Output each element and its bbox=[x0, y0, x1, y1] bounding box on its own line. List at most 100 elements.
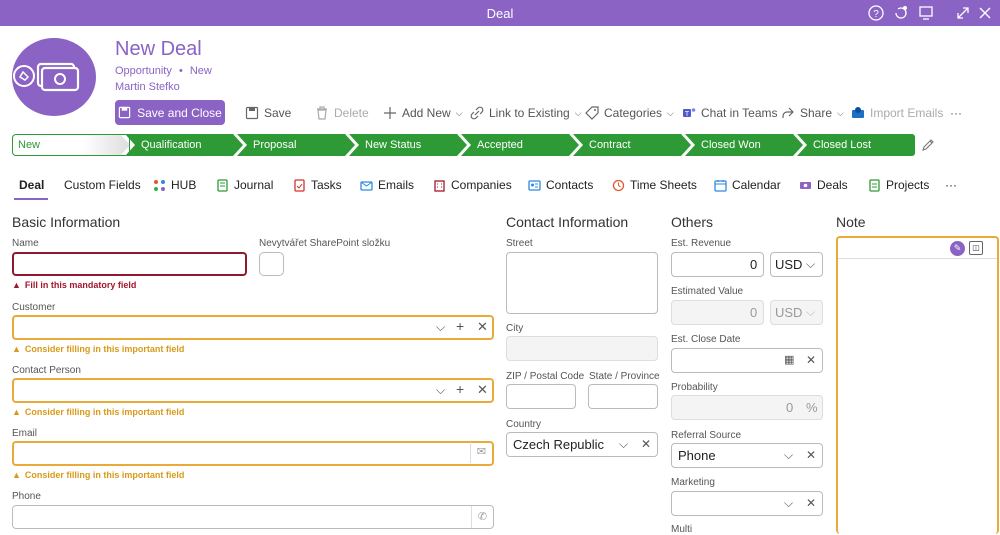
import-emails-button[interactable]: Import Emails bbox=[851, 102, 943, 124]
tab-label: Tasks bbox=[311, 178, 342, 192]
more-actions-button[interactable]: ··· bbox=[950, 102, 962, 124]
zip-input[interactable] bbox=[506, 384, 576, 409]
clear-icon[interactable]: ✕ bbox=[641, 437, 651, 451]
email-input[interactable] bbox=[12, 441, 494, 466]
sharepoint-label: Nevytvářet SharePoint složku bbox=[259, 238, 391, 249]
calendar-icon[interactable]: ▦ bbox=[784, 353, 794, 366]
chevron-down-icon[interactable]: ⌵ bbox=[784, 496, 793, 511]
stage-new-status[interactable]: New Status bbox=[349, 134, 467, 156]
tab-calendar[interactable]: Calendar bbox=[714, 177, 781, 193]
warning-icon: ▲ bbox=[12, 407, 21, 417]
stage-new[interactable]: New bbox=[12, 134, 130, 156]
chat-teams-button[interactable]: T Chat in Teams bbox=[682, 102, 777, 124]
window-titlebar: Deal ? bbox=[0, 0, 1000, 26]
clear-icon[interactable]: ✕ bbox=[806, 448, 816, 462]
active-tab-indicator bbox=[14, 198, 48, 200]
warning-icon: ▲ bbox=[12, 280, 21, 290]
stage-proposal[interactable]: Proposal bbox=[237, 134, 355, 156]
page-title: New Deal bbox=[115, 38, 202, 60]
tabs-more-button[interactable]: ··· bbox=[945, 177, 957, 193]
money-icon bbox=[13, 62, 80, 92]
clear-icon[interactable]: ✕ bbox=[477, 319, 488, 335]
stage-accepted[interactable]: Accepted bbox=[461, 134, 579, 156]
calendar-icon bbox=[714, 179, 727, 192]
share-button[interactable]: Share ⌵ bbox=[781, 102, 844, 124]
tab-deals[interactable]: Deals bbox=[799, 177, 848, 193]
probability-value: 0 bbox=[786, 400, 794, 415]
update-icon[interactable] bbox=[892, 4, 910, 22]
revenue-value: 0 bbox=[750, 257, 758, 272]
window-title: Deal bbox=[486, 6, 514, 21]
clear-icon[interactable]: ✕ bbox=[806, 496, 816, 510]
zip-label: ZIP / Postal Code bbox=[506, 371, 585, 382]
chevron-down-icon[interactable]: ⌵ bbox=[806, 257, 815, 272]
state-input[interactable] bbox=[588, 384, 658, 409]
referral-label: Referral Source bbox=[671, 430, 742, 441]
record-type[interactable]: Opportunity bbox=[115, 65, 172, 77]
tab-deal[interactable]: Deal bbox=[19, 177, 44, 193]
note-editor[interactable]: ✎ ◫ bbox=[836, 236, 999, 534]
chevron-down-icon[interactable]: ⌵ bbox=[784, 448, 793, 463]
save-and-close-button[interactable]: Save and Close bbox=[115, 100, 225, 125]
add-new-button[interactable]: Add New ⌵ bbox=[383, 102, 463, 124]
tab-contacts[interactable]: Contacts bbox=[528, 177, 593, 193]
name-input[interactable] bbox=[12, 252, 247, 276]
tab-custom-fields[interactable]: Custom Fields bbox=[64, 177, 141, 193]
clear-icon[interactable]: ✕ bbox=[477, 382, 488, 398]
svg-text:?: ? bbox=[873, 9, 879, 20]
link-icon bbox=[470, 106, 484, 120]
share-label: Share bbox=[800, 106, 833, 120]
customer-lookup[interactable] bbox=[12, 315, 494, 340]
name-label: Name bbox=[12, 238, 39, 249]
delete-button[interactable]: Delete bbox=[315, 102, 369, 124]
stage-contract[interactable]: Contract bbox=[573, 134, 691, 156]
edit-icon[interactable]: ✎ bbox=[950, 241, 965, 256]
help-icon[interactable]: ? bbox=[867, 4, 885, 22]
categories-button[interactable]: Categories ⌵ bbox=[585, 102, 674, 124]
add-icon[interactable]: + bbox=[456, 318, 464, 334]
tab-hub[interactable]: HUB bbox=[153, 177, 196, 193]
link-existing-button[interactable]: Link to Existing ⌵ bbox=[470, 102, 582, 124]
expand-icon[interactable] bbox=[954, 4, 972, 22]
estimated-currency: USD bbox=[775, 305, 803, 320]
referral-value: Phone bbox=[678, 448, 716, 463]
street-textarea[interactable] bbox=[506, 252, 658, 314]
stage-bar: New Qualification Proposal New Status Ac… bbox=[12, 134, 917, 156]
journal-icon bbox=[217, 178, 228, 192]
edit-stages-icon[interactable] bbox=[921, 138, 935, 152]
tab-time-sheets[interactable]: Time Sheets bbox=[612, 177, 697, 193]
stage-qualification[interactable]: Qualification bbox=[125, 134, 243, 156]
envelope-icon[interactable]: ✉ bbox=[470, 442, 492, 463]
phone-icon[interactable]: ✆ bbox=[471, 506, 493, 528]
tab-projects[interactable]: Projects bbox=[868, 177, 929, 193]
split-view-icon[interactable]: ◫ bbox=[969, 241, 983, 255]
chevron-down-icon[interactable]: ⌵ bbox=[619, 437, 628, 452]
link-existing-label: Link to Existing bbox=[489, 106, 570, 120]
screen-icon[interactable] bbox=[917, 4, 935, 22]
phone-input[interactable] bbox=[12, 505, 494, 529]
add-icon[interactable]: + bbox=[456, 381, 464, 397]
record-owner[interactable]: Martin Stefko bbox=[115, 81, 180, 93]
tab-emails[interactable]: Emails bbox=[360, 177, 414, 193]
close-date-input[interactable] bbox=[671, 348, 823, 373]
city-label: City bbox=[506, 323, 524, 334]
tab-journal[interactable]: Journal bbox=[216, 177, 273, 193]
sharepoint-checkbox[interactable] bbox=[259, 252, 284, 276]
city-input[interactable] bbox=[506, 336, 658, 361]
state-label: State / Province bbox=[589, 371, 660, 382]
clear-icon[interactable]: ✕ bbox=[806, 353, 816, 367]
tab-companies[interactable]: Companies bbox=[433, 177, 512, 193]
contact-person-lookup[interactable] bbox=[12, 378, 494, 403]
chevron-down-icon[interactable]: ⌵ bbox=[436, 383, 445, 398]
marketing-select[interactable] bbox=[671, 491, 823, 516]
estimated-value-value: 0 bbox=[750, 305, 758, 320]
name-error-text: Fill in this mandatory field bbox=[24, 280, 137, 290]
email-icon bbox=[360, 180, 373, 191]
chevron-down-icon: ⌵ bbox=[806, 305, 816, 319]
stage-closed-lost[interactable]: Closed Lost bbox=[797, 134, 915, 156]
save-button[interactable]: Save bbox=[245, 102, 291, 124]
close-icon[interactable] bbox=[976, 4, 994, 22]
chevron-down-icon[interactable]: ⌵ bbox=[436, 320, 445, 335]
tab-tasks[interactable]: Tasks bbox=[293, 177, 342, 193]
stage-closed-won[interactable]: Closed Won bbox=[685, 134, 803, 156]
